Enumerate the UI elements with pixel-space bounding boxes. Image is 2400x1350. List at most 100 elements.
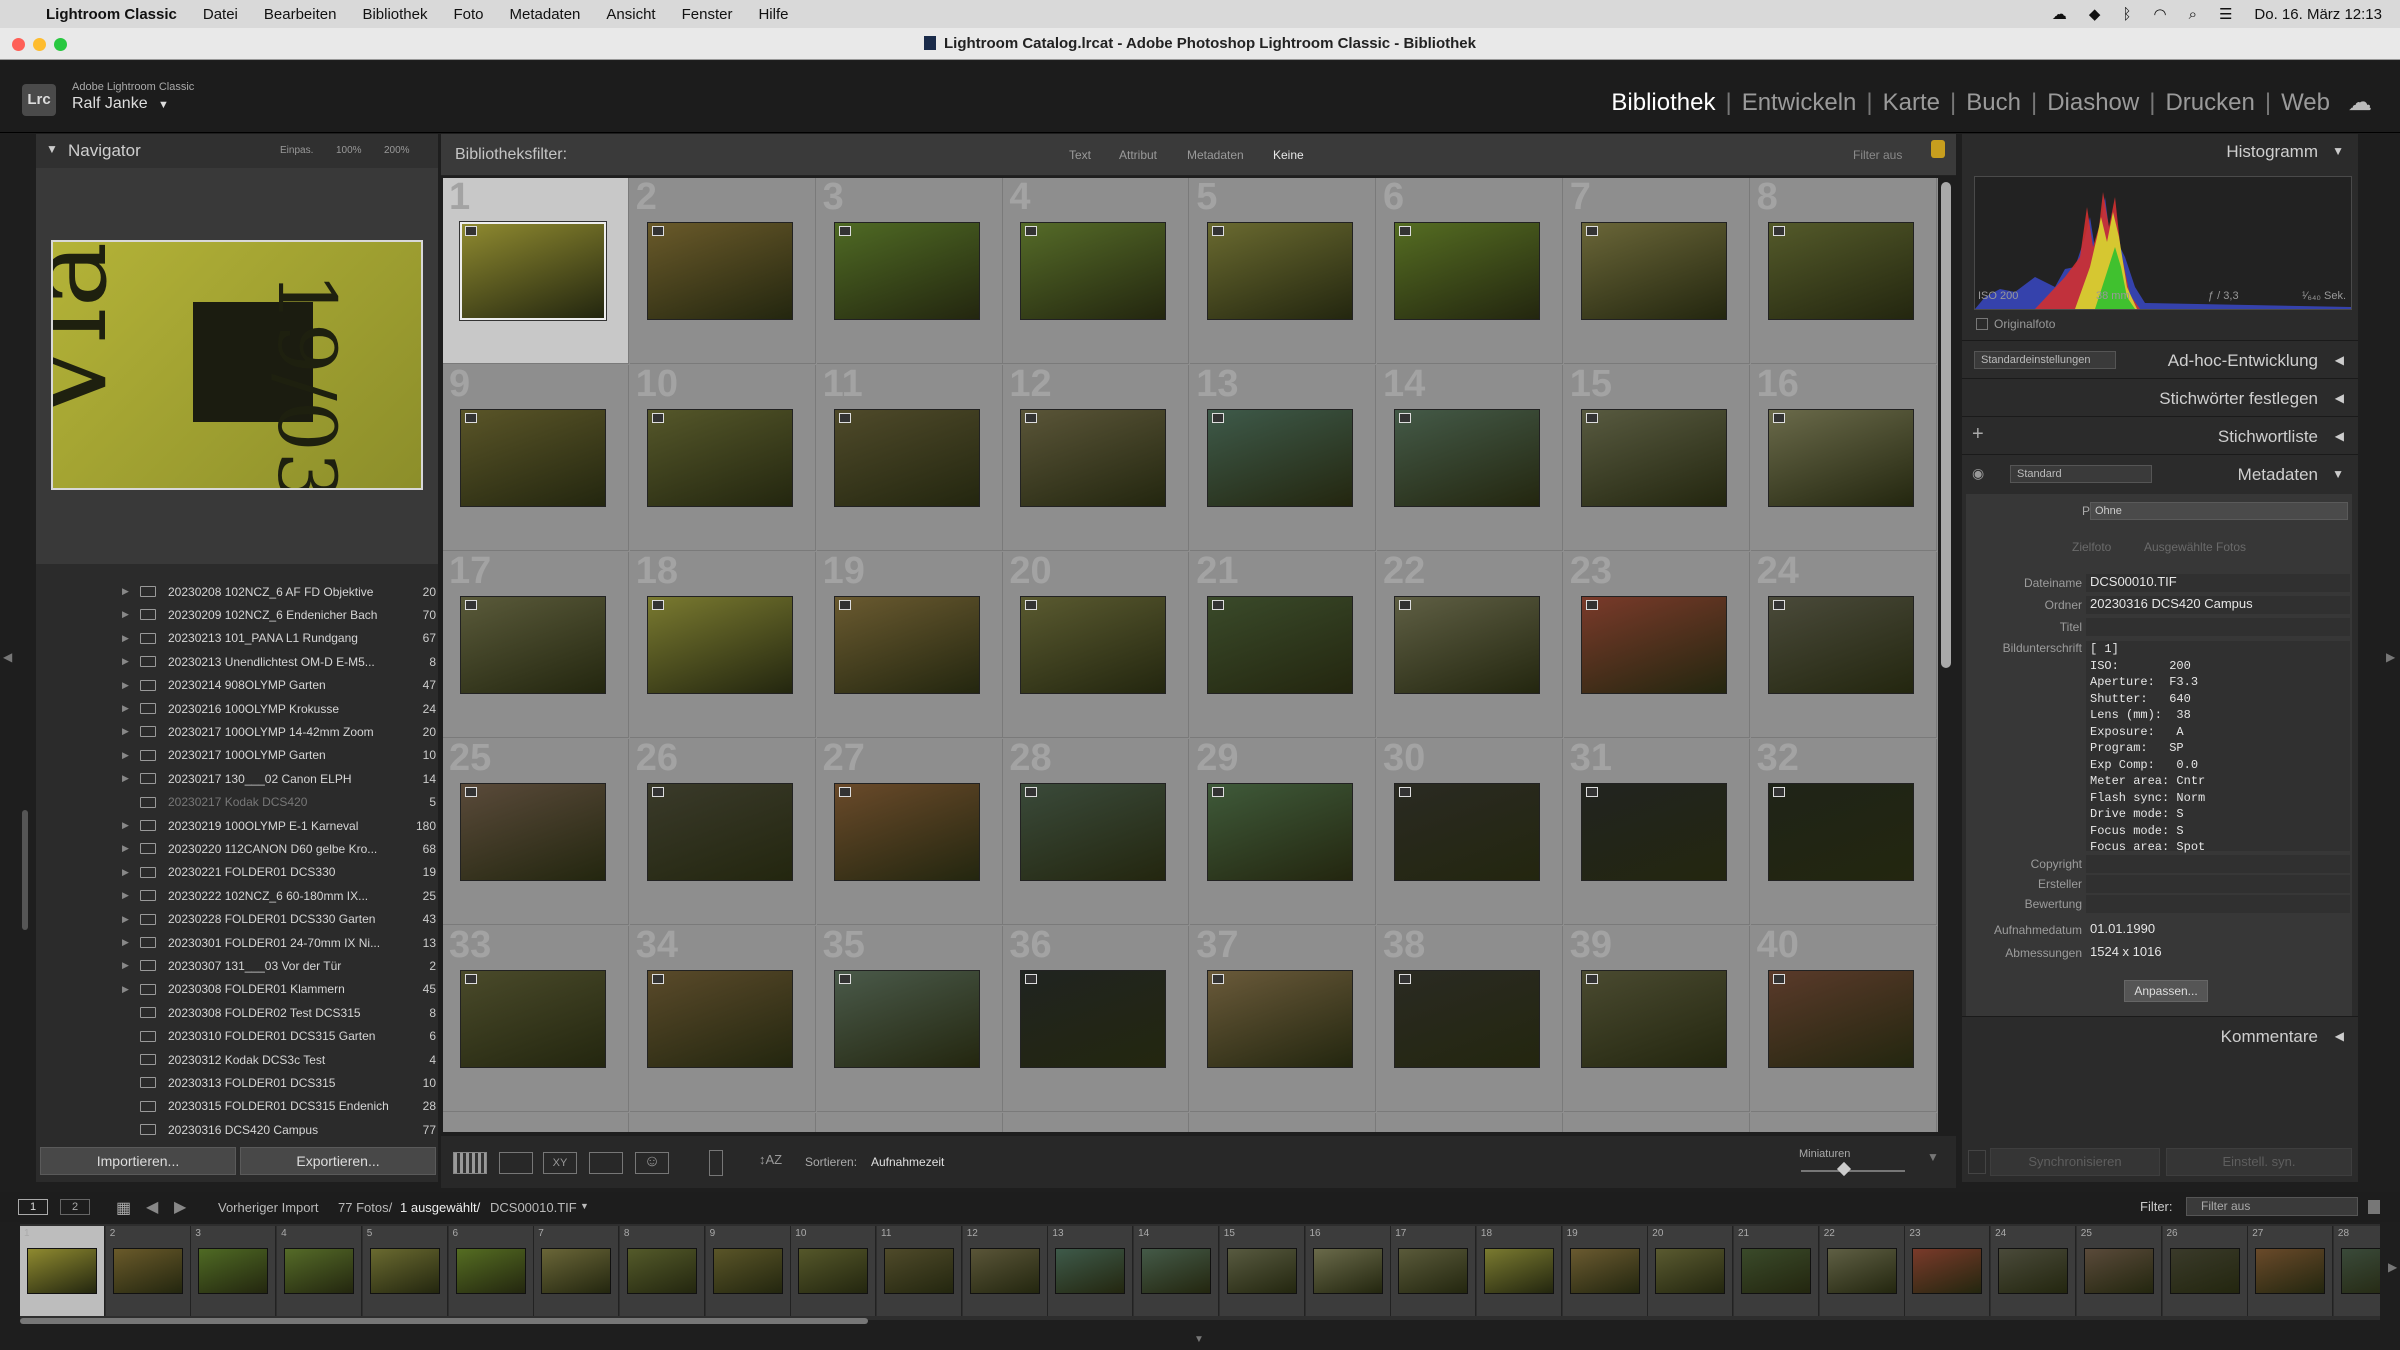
grid-cell[interactable]: 5 [1190, 178, 1377, 364]
edited-badge-icon[interactable] [651, 226, 664, 236]
grid-cell[interactable]: 9 [443, 363, 629, 551]
compare-view-icon[interactable]: XY [543, 1152, 577, 1174]
expand-triangle-icon[interactable]: ▶ [122, 937, 136, 948]
grid-cell[interactable]: 32 [1750, 737, 1937, 925]
filmstrip-cell[interactable]: 15 [1219, 1226, 1305, 1316]
photo-thumbnail[interactable] [1767, 222, 1914, 320]
photo-thumbnail[interactable] [833, 970, 980, 1068]
photo-thumbnail[interactable] [646, 596, 793, 694]
photo-thumbnail[interactable] [1580, 409, 1727, 507]
forward-arrow-icon[interactable]: ▶ [174, 1197, 186, 1217]
module-drucken[interactable]: Drucken [2165, 89, 2254, 117]
filmstrip-cell[interactable]: 17 [1391, 1226, 1477, 1316]
expand-triangle-icon[interactable]: ▶ [122, 726, 136, 737]
edited-badge-icon[interactable] [1025, 600, 1038, 610]
edited-badge-icon[interactable] [1772, 787, 1785, 797]
filmstrip-scroll-right-icon[interactable]: ▶ [2388, 1260, 2397, 1274]
grid-cell[interactable]: 15 [1563, 363, 1750, 551]
filmstrip-thumbnail[interactable] [1741, 1248, 1811, 1294]
module-karte[interactable]: Karte [1883, 89, 1940, 117]
edited-badge-icon[interactable] [1025, 413, 1038, 423]
filmstrip-thumbnail[interactable] [1998, 1248, 2069, 1294]
export-button[interactable]: Exportieren... [240, 1147, 436, 1175]
grid-cell[interactable]: 10 [629, 363, 816, 551]
menu-hilfe[interactable]: Hilfe [758, 6, 788, 23]
edited-badge-icon[interactable] [1772, 226, 1785, 236]
filmstrip-scrollbar[interactable] [20, 1318, 868, 1324]
zoom-fit[interactable]: Einpas. [280, 145, 313, 156]
grid-cell[interactable]: 24 [1750, 550, 1937, 738]
grid-cell[interactable]: 6 [1377, 178, 1563, 364]
photo-thumbnail[interactable] [1767, 970, 1914, 1068]
zoom-window-button[interactable] [54, 38, 67, 51]
filter-preset-select[interactable]: Filter aus [1853, 148, 1902, 162]
edited-badge-icon[interactable] [465, 787, 477, 797]
filmstrip-cell[interactable]: 27 [2248, 1226, 2334, 1316]
filmstrip-cell[interactable]: 19 [1562, 1226, 1648, 1316]
filmstrip-cell[interactable]: 20 [1648, 1226, 1734, 1316]
filmstrip-cell[interactable]: 10 [791, 1226, 877, 1316]
folder-row[interactable]: ▶ 20230307 131___03 Vor der Tür 2 [122, 954, 438, 977]
grid-cell[interactable]: 29 [1190, 737, 1377, 925]
grid-cell[interactable]: 12 [1003, 363, 1190, 551]
cloud-icon[interactable]: ☁ [2348, 88, 2372, 117]
grid-cell[interactable]: 35 [816, 924, 1003, 1112]
folder-row[interactable]: ▶ 20230214 908OLYMP Garten 47 [122, 674, 438, 697]
filmstrip-cell[interactable]: 28 [2333, 1226, 2380, 1316]
photo-thumbnail[interactable] [1767, 409, 1914, 507]
folder-row[interactable]: ▶ 20230221 FOLDER01 DCS330 19 [122, 861, 438, 884]
edited-badge-icon[interactable] [1212, 974, 1225, 984]
grid-cell[interactable]: 22 [1377, 550, 1563, 738]
filmstrip-cell[interactable]: 4 [277, 1226, 363, 1316]
menu-metadaten[interactable]: Metadaten [510, 6, 581, 23]
keyword-list-header[interactable]: + Stichwortliste ◀ [1962, 416, 2358, 454]
photo-thumbnail[interactable] [1207, 596, 1354, 694]
sync-settings-button[interactable]: Einstell. syn. [2166, 1148, 2352, 1176]
loupe-view-icon[interactable] [499, 1152, 533, 1174]
grid-cell[interactable]: 20 [1003, 550, 1190, 738]
grid-cell[interactable]: 18 [629, 550, 816, 738]
edited-badge-icon[interactable] [1399, 600, 1411, 610]
bluetooth-icon[interactable]: ᛒ [2122, 6, 2131, 23]
edited-badge-icon[interactable] [1585, 226, 1598, 236]
filter-metadata[interactable]: Metadaten [1187, 148, 1244, 162]
expand-triangle-icon[interactable]: ▶ [122, 680, 136, 691]
grid-cell[interactable]: 27 [816, 737, 1003, 925]
expand-triangle-icon[interactable]: ▶ [122, 586, 136, 597]
grid-mode-icon[interactable]: ▦ [116, 1198, 131, 1218]
photo-thumbnail[interactable] [1580, 970, 1727, 1068]
expand-triangle-icon[interactable]: ▶ [122, 867, 136, 878]
filmstrip-thumbnail[interactable] [1398, 1248, 1469, 1294]
edited-badge-icon[interactable] [1772, 600, 1785, 610]
back-arrow-icon[interactable]: ◀ [146, 1197, 158, 1217]
filmstrip-thumbnail[interactable] [1226, 1248, 1297, 1294]
grid-cell[interactable]: 13 [1190, 363, 1377, 551]
edited-badge-icon[interactable] [651, 413, 664, 423]
photo-thumbnail[interactable] [1580, 222, 1727, 320]
menu-bibliothek[interactable]: Bibliothek [362, 6, 427, 23]
expand-triangle-icon[interactable]: ▶ [122, 750, 136, 761]
menu-datei[interactable]: Datei [203, 6, 238, 23]
grid-scrollbar[interactable] [1941, 182, 1951, 668]
edited-badge-icon[interactable] [1585, 974, 1598, 984]
grid-cell[interactable]: 4 [1003, 178, 1190, 364]
wifi-icon[interactable]: ◠ [2153, 5, 2166, 23]
filmstrip-thumbnail[interactable] [27, 1248, 97, 1294]
grid-cell[interactable]: 11 [816, 363, 1003, 551]
folder-row[interactable]: 20230310 FOLDER01 DCS315 Garten 6 [122, 1025, 438, 1048]
photo-thumbnail[interactable] [1207, 222, 1354, 320]
filmstrip-cell[interactable]: 14 [1134, 1226, 1220, 1316]
filmstrip-cell[interactable]: 23 [1905, 1226, 1991, 1316]
filmstrip-cell[interactable]: 3 [191, 1226, 277, 1316]
edited-badge-icon[interactable] [1399, 787, 1411, 797]
filmstrip-thumbnail[interactable] [541, 1248, 612, 1294]
photo-thumbnail[interactable] [1394, 596, 1540, 694]
grid-cell[interactable]: 25 [443, 737, 629, 925]
folder-row[interactable]: ▶ 20230209 102NCZ_6 Endenicher Bach 70 [122, 603, 438, 626]
folder-row[interactable]: ▶ 20230213 101_PANA L1 Rundgang 67 [122, 627, 438, 650]
grid-cell[interactable]: 26 [629, 737, 816, 925]
filmstrip-thumbnail[interactable] [455, 1248, 526, 1294]
filmstrip-cell[interactable]: 1 [20, 1226, 105, 1316]
expand-triangle-icon[interactable]: ▶ [122, 656, 136, 667]
filmstrip-cell[interactable]: 5 [362, 1226, 448, 1316]
